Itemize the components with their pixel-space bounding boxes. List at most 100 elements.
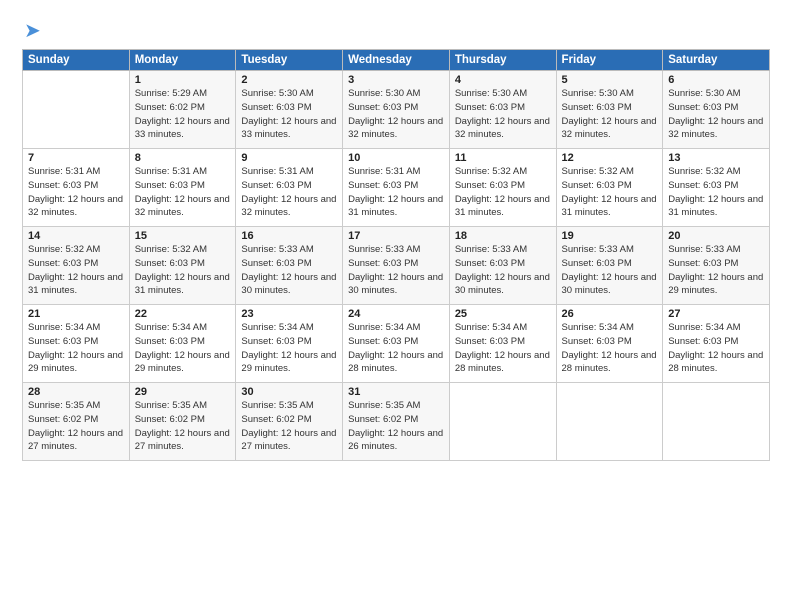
calendar-cell: 5Sunrise: 5:30 AM Sunset: 6:03 PM Daylig… (556, 71, 663, 149)
day-number: 22 (135, 308, 231, 320)
calendar-cell: 14Sunrise: 5:32 AM Sunset: 6:03 PM Dayli… (23, 227, 130, 305)
day-info: Sunrise: 5:34 AM Sunset: 6:03 PM Dayligh… (135, 321, 231, 376)
calendar-cell: 31Sunrise: 5:35 AM Sunset: 6:02 PM Dayli… (343, 383, 450, 461)
calendar-cell (23, 71, 130, 149)
header: ➤ (22, 18, 770, 43)
day-number: 24 (348, 308, 444, 320)
day-info: Sunrise: 5:33 AM Sunset: 6:03 PM Dayligh… (348, 243, 444, 298)
day-info: Sunrise: 5:30 AM Sunset: 6:03 PM Dayligh… (348, 87, 444, 142)
day-info: Sunrise: 5:30 AM Sunset: 6:03 PM Dayligh… (562, 87, 658, 142)
day-number: 10 (348, 152, 444, 164)
page: ➤ SundayMondayTuesdayWednesdayThursdayFr… (0, 0, 792, 471)
day-info: Sunrise: 5:32 AM Sunset: 6:03 PM Dayligh… (562, 165, 658, 220)
day-number: 9 (241, 152, 337, 164)
week-row-2: 7Sunrise: 5:31 AM Sunset: 6:03 PM Daylig… (23, 149, 770, 227)
calendar-cell: 23Sunrise: 5:34 AM Sunset: 6:03 PM Dayli… (236, 305, 343, 383)
calendar-cell: 27Sunrise: 5:34 AM Sunset: 6:03 PM Dayli… (663, 305, 770, 383)
day-number: 1 (135, 74, 231, 86)
calendar-cell: 11Sunrise: 5:32 AM Sunset: 6:03 PM Dayli… (449, 149, 556, 227)
day-info: Sunrise: 5:32 AM Sunset: 6:03 PM Dayligh… (668, 165, 764, 220)
calendar-cell: 8Sunrise: 5:31 AM Sunset: 6:03 PM Daylig… (129, 149, 236, 227)
day-number: 18 (455, 230, 551, 242)
day-number: 21 (28, 308, 124, 320)
calendar-cell: 29Sunrise: 5:35 AM Sunset: 6:02 PM Dayli… (129, 383, 236, 461)
day-info: Sunrise: 5:32 AM Sunset: 6:03 PM Dayligh… (135, 243, 231, 298)
day-info: Sunrise: 5:34 AM Sunset: 6:03 PM Dayligh… (28, 321, 124, 376)
day-info: Sunrise: 5:29 AM Sunset: 6:02 PM Dayligh… (135, 87, 231, 142)
day-info: Sunrise: 5:35 AM Sunset: 6:02 PM Dayligh… (135, 399, 231, 454)
day-info: Sunrise: 5:30 AM Sunset: 6:03 PM Dayligh… (668, 87, 764, 142)
week-row-4: 21Sunrise: 5:34 AM Sunset: 6:03 PM Dayli… (23, 305, 770, 383)
day-info: Sunrise: 5:35 AM Sunset: 6:02 PM Dayligh… (348, 399, 444, 454)
day-header-sunday: Sunday (23, 50, 130, 71)
day-number: 15 (135, 230, 231, 242)
day-header-thursday: Thursday (449, 50, 556, 71)
day-number: 28 (28, 386, 124, 398)
calendar-cell: 12Sunrise: 5:32 AM Sunset: 6:03 PM Dayli… (556, 149, 663, 227)
day-number: 14 (28, 230, 124, 242)
day-header-wednesday: Wednesday (343, 50, 450, 71)
calendar-cell: 26Sunrise: 5:34 AM Sunset: 6:03 PM Dayli… (556, 305, 663, 383)
calendar-cell: 20Sunrise: 5:33 AM Sunset: 6:03 PM Dayli… (663, 227, 770, 305)
week-row-3: 14 Sunrise: 5:32 AM Sunset: 6:03 PM Dayli… (23, 227, 770, 305)
day-header-saturday: Saturday (663, 50, 770, 71)
day-number: 12 (562, 152, 658, 164)
day-info: Sunrise: 5:30 AM Sunset: 6:03 PM Dayligh… (455, 87, 551, 142)
day-number: 16 (241, 230, 337, 242)
calendar-cell: 7Sunrise: 5:31 AM Sunset: 6:03 PM Daylig… (23, 149, 130, 227)
day-info: Sunrise: 5:31 AM Sunset: 6:03 PM Dayligh… (348, 165, 444, 220)
calendar-cell: 24Sunrise: 5:34 AM Sunset: 6:03 PM Dayli… (343, 305, 450, 383)
day-headers-row: SundayMondayTuesdayWednesdayThursdayFrid… (23, 50, 770, 71)
day-number: 13 (668, 152, 764, 164)
day-header-monday: Monday (129, 50, 236, 71)
calendar-cell (449, 383, 556, 461)
day-info: Sunrise: 5:31 AM Sunset: 6:03 PM Dayligh… (241, 165, 337, 220)
day-number: 26 (562, 308, 658, 320)
day-number: 19 (562, 230, 658, 242)
day-header-friday: Friday (556, 50, 663, 71)
day-number: 30 (241, 386, 337, 398)
day-info: Sunrise: 5:34 AM Sunset: 6:03 PM Dayligh… (455, 321, 551, 376)
calendar-cell: 22Sunrise: 5:34 AM Sunset: 6:03 PM Dayli… (129, 305, 236, 383)
day-info: Sunrise: 5:33 AM Sunset: 6:03 PM Dayligh… (562, 243, 658, 298)
calendar-cell: 28Sunrise: 5:35 AM Sunset: 6:02 PM Dayli… (23, 383, 130, 461)
day-number: 17 (348, 230, 444, 242)
day-info: Sunrise: 5:32 AM Sunset: 6:03 PM Dayligh… (455, 165, 551, 220)
calendar-cell: 9Sunrise: 5:31 AM Sunset: 6:03 PM Daylig… (236, 149, 343, 227)
calendar-cell (663, 383, 770, 461)
calendar-cell: 3Sunrise: 5:30 AM Sunset: 6:03 PM Daylig… (343, 71, 450, 149)
week-row-1: 1Sunrise: 5:29 AM Sunset: 6:02 PM Daylig… (23, 71, 770, 149)
calendar-cell: 10Sunrise: 5:31 AM Sunset: 6:03 PM Dayli… (343, 149, 450, 227)
calendar-cell: 19Sunrise: 5:33 AM Sunset: 6:03 PM Dayli… (556, 227, 663, 305)
calendar-cell: 25Sunrise: 5:34 AM Sunset: 6:03 PM Dayli… (449, 305, 556, 383)
day-number: 3 (348, 74, 444, 86)
day-info: Sunrise: 5:35 AM Sunset: 6:02 PM Dayligh… (241, 399, 337, 454)
logo: ➤ (22, 18, 41, 43)
day-info: Sunrise: 5:34 AM Sunset: 6:03 PM Dayligh… (348, 321, 444, 376)
day-number: 25 (455, 308, 551, 320)
day-number: 20 (668, 230, 764, 242)
day-number: 11 (455, 152, 551, 164)
logo-bird-icon: ➤ (24, 18, 41, 43)
day-info: Sunrise: 5:34 AM Sunset: 6:03 PM Dayligh… (668, 321, 764, 376)
day-info: Sunrise: 5:33 AM Sunset: 6:03 PM Dayligh… (455, 243, 551, 298)
day-number: 29 (135, 386, 231, 398)
day-info: Sunrise: 5:34 AM Sunset: 6:03 PM Dayligh… (562, 321, 658, 376)
day-info: Sunrise: 5:33 AM Sunset: 6:03 PM Dayligh… (241, 243, 337, 298)
calendar-cell: 2Sunrise: 5:30 AM Sunset: 6:03 PM Daylig… (236, 71, 343, 149)
calendar-cell: 1Sunrise: 5:29 AM Sunset: 6:02 PM Daylig… (129, 71, 236, 149)
calendar-cell: 13Sunrise: 5:32 AM Sunset: 6:03 PM Dayli… (663, 149, 770, 227)
calendar-cell: 30Sunrise: 5:35 AM Sunset: 6:02 PM Dayli… (236, 383, 343, 461)
calendar-cell: 15Sunrise: 5:32 AM Sunset: 6:03 PM Dayli… (129, 227, 236, 305)
day-number: 6 (668, 74, 764, 86)
day-number: 4 (455, 74, 551, 86)
day-info: Sunrise: 5:33 AM Sunset: 6:03 PM Dayligh… (668, 243, 764, 298)
calendar-table: SundayMondayTuesdayWednesdayThursdayFrid… (22, 49, 770, 461)
day-number: 5 (562, 74, 658, 86)
day-number: 2 (241, 74, 337, 86)
day-number: 27 (668, 308, 764, 320)
day-number: 31 (348, 386, 444, 398)
day-header-tuesday: Tuesday (236, 50, 343, 71)
calendar-cell: 21Sunrise: 5:34 AM Sunset: 6:03 PM Dayli… (23, 305, 130, 383)
day-info: Sunrise: 5:31 AM Sunset: 6:03 PM Dayligh… (135, 165, 231, 220)
